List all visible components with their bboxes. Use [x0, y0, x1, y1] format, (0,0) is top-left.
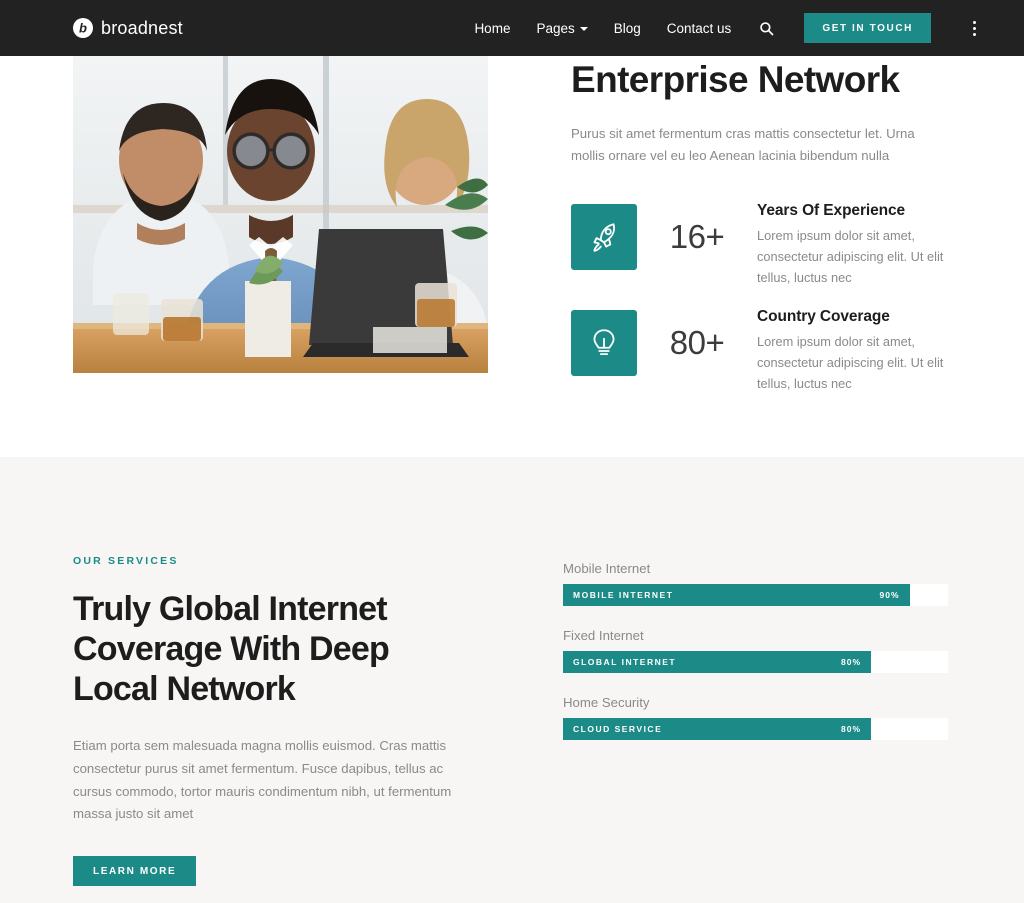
skill-label: Home Security [563, 695, 650, 710]
nav-item-pages-label: Pages [536, 20, 575, 36]
learn-more-button[interactable]: LEARN MORE [73, 856, 197, 887]
progress-bar-name: GLOBAL INTERNET [573, 657, 677, 667]
brand-mark-icon: b [73, 18, 93, 38]
nav-item-home[interactable]: Home [474, 21, 510, 36]
kebab-dot [973, 26, 976, 30]
services-eyebrow: OUR SERVICES [73, 555, 179, 567]
hero-subtitle: Purus sit amet fermentum cras mattis con… [571, 125, 915, 164]
nav-item-blog[interactable]: Blog [614, 21, 641, 36]
search-icon[interactable] [759, 21, 774, 36]
progress-bar-track: GLOBAL INTERNET 80% [563, 651, 948, 673]
hero-photo-illustration [73, 55, 488, 373]
hero-image [73, 55, 488, 373]
progress-bar-percent: 90% [879, 590, 900, 600]
stat-description: Lorem ipsum dolor sit amet, consectetur … [757, 228, 944, 285]
services-section: OUR SERVICES Truly Global Internet Cover… [0, 457, 1024, 903]
stat-description: Lorem ipsum dolor sit amet, consectetur … [757, 334, 944, 391]
stat-title: Years Of Experience [757, 202, 906, 220]
progress-bar-fill: MOBILE INTERNET 90% [563, 584, 910, 606]
lightbulb-icon [571, 310, 637, 377]
rocket-icon [571, 204, 637, 271]
brand-name: broadnest [101, 17, 183, 38]
progress-bar-percent: 80% [840, 657, 861, 667]
brand-logo[interactable]: b broadnest [73, 18, 183, 39]
services-copy: Etiam porta sem malesuada magna mollis e… [73, 738, 452, 822]
hero-stats-list: 16+ Years Of Experience Lorem ipsum dolo… [571, 200, 951, 394]
progress-bar-name: MOBILE INTERNET [573, 590, 674, 600]
get-in-touch-button[interactable]: GET IN TOUCH [804, 13, 931, 43]
skill-item: Home Security CLOUD SERVICE 80% [563, 695, 951, 740]
progress-bar-percent: 80% [840, 724, 861, 734]
stat-number: 16+ [669, 218, 725, 256]
progress-bar-name: CLOUD SERVICE [573, 724, 663, 734]
stat-item: 80+ Country Coverage Lorem ipsum dolor s… [571, 306, 951, 394]
hero-content: Enterprise Network Purus sit amet fermen… [488, 56, 951, 457]
kebab-dot [973, 20, 976, 24]
stat-number: 80+ [669, 324, 725, 362]
progress-bar-track: CLOUD SERVICE 80% [563, 718, 948, 740]
nav-item-blog-label: Blog [613, 20, 641, 36]
progress-bar-fill: GLOBAL INTERNET 80% [563, 651, 871, 673]
skill-label: Mobile Internet [563, 561, 651, 576]
progress-bar-track: MOBILE INTERNET 90% [563, 584, 948, 606]
stat-item: 16+ Years Of Experience Lorem ipsum dolo… [571, 200, 951, 288]
services-title: Truly Global Internet Coverage With Deep… [73, 590, 390, 709]
nav-item-home-label: Home [474, 20, 511, 36]
main-navigation: Home Pages Blog Contact us GET IN TOUCH [474, 13, 978, 43]
brand-mark-letter: b [79, 20, 87, 35]
chevron-down-icon [579, 27, 588, 31]
progress-bar-fill: CLOUD SERVICE 80% [563, 718, 871, 740]
skill-bars-list: Mobile Internet MOBILE INTERNET 90% Fixe… [493, 555, 951, 903]
hero-section: Enterprise Network Purus sit amet fermen… [0, 55, 1024, 457]
site-header: b broadnest Home Pages Blog Contact us G… [0, 0, 1024, 56]
stat-title: Country Coverage [757, 308, 890, 326]
kebab-menu-icon[interactable] [971, 19, 978, 38]
kebab-dot [973, 32, 976, 36]
nav-item-pages[interactable]: Pages [536, 20, 588, 36]
services-intro: OUR SERVICES Truly Global Internet Cover… [73, 555, 493, 903]
nav-item-contact-us[interactable]: Contact us [667, 21, 732, 36]
hero-title: Enterprise Network [571, 59, 900, 100]
skill-label: Fixed Internet [563, 628, 644, 643]
skill-item: Fixed Internet GLOBAL INTERNET 80% [563, 628, 951, 673]
skill-item: Mobile Internet MOBILE INTERNET 90% [563, 561, 951, 606]
nav-item-contact-us-label: Contact us [666, 20, 732, 36]
